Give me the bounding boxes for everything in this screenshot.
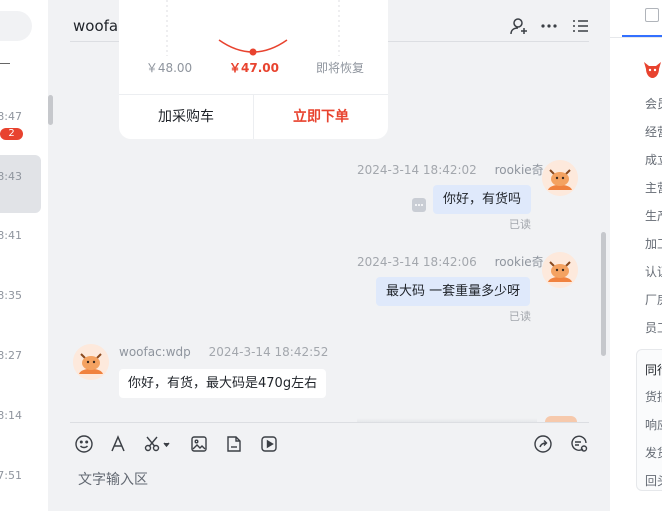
info-label: 会员 xyxy=(645,97,662,111)
search-box[interactable] xyxy=(0,11,32,41)
video-icon[interactable] xyxy=(259,434,279,454)
price-tier-current: ￥47.00 xyxy=(229,61,279,75)
order-now-button[interactable]: 立即下单 xyxy=(254,95,388,139)
message-bubble[interactable]: 最大码 一套重量多少呀 xyxy=(376,277,531,306)
conversation-time: 17:51 xyxy=(0,469,22,482)
message-time: 2024-3-14 18:42:02 xyxy=(357,163,477,177)
conversation-time: 8:43 xyxy=(0,170,22,183)
image-icon[interactable] xyxy=(189,434,209,454)
message-time: 2024-3-14 18:42:06 xyxy=(357,255,477,269)
message-sender: rookie奇 xyxy=(494,255,544,269)
share-icon[interactable] xyxy=(533,434,553,454)
toolbar-divider xyxy=(70,422,589,423)
price-tier-3: 即将恢复 xyxy=(315,61,364,75)
conversation-list: 8:47 2 8:43 8:41 8:35 8:27 18:14 17:51 xyxy=(0,0,48,511)
more-icon[interactable] xyxy=(539,16,559,36)
message-meta: woofac:wdp 2024-3-14 18:42:52 xyxy=(119,345,328,359)
peer-comparison-title: 同行 xyxy=(645,363,662,377)
avatar[interactable] xyxy=(542,160,578,196)
peer-metric-label: 发货 xyxy=(645,446,662,460)
avatar[interactable] xyxy=(542,252,578,288)
menu-icon[interactable] xyxy=(570,16,590,36)
emoji-icon[interactable] xyxy=(74,434,94,454)
list-divider xyxy=(0,63,10,64)
info-label: 生产 xyxy=(645,209,662,223)
peer-metric-label: 货描 xyxy=(645,390,662,404)
conversation-time: 8:47 xyxy=(0,110,22,123)
info-label: 厂房 xyxy=(645,293,662,307)
info-label: 认证 xyxy=(645,265,662,279)
brand-icon xyxy=(643,60,662,79)
add-to-cart-button[interactable]: 加采购车 xyxy=(119,95,253,139)
unread-badge: 2 xyxy=(0,128,23,140)
panel-tab[interactable] xyxy=(645,6,662,22)
info-label: 成立 xyxy=(645,153,662,167)
read-status: 已读 xyxy=(509,310,531,323)
conversation-time: 8:35 xyxy=(0,289,22,302)
screenshot-icon[interactable] xyxy=(143,434,171,454)
font-icon[interactable] xyxy=(108,434,128,454)
message-meta: 2024-3-14 18:42:06 rookie奇 xyxy=(357,253,544,270)
read-status: 已读 xyxy=(509,218,531,231)
message-options-icon[interactable] xyxy=(412,198,426,212)
file-icon[interactable] xyxy=(224,434,244,454)
message-bubble[interactable]: 你好，有货吗 xyxy=(433,185,532,214)
conversation-time: 8:41 xyxy=(0,229,22,242)
avatar[interactable] xyxy=(73,344,109,380)
peer-metric-label: 回头 xyxy=(645,474,662,488)
conversation-time: 18:14 xyxy=(0,409,22,422)
message-meta: 2024-3-14 18:42:02 rookie奇 xyxy=(357,161,544,178)
info-label: 员工 xyxy=(645,321,662,335)
info-label: 加工 xyxy=(645,237,662,251)
info-label: 主营 xyxy=(645,181,662,195)
message-time: 2024-3-14 18:42:52 xyxy=(208,345,329,359)
list-scrollbar[interactable] xyxy=(48,95,53,125)
history-icon[interactable] xyxy=(569,434,589,454)
price-trend-chart xyxy=(166,0,340,56)
selected-conversation[interactable] xyxy=(0,155,41,213)
product-card: ￥48.00 ￥47.00 即将恢复 加采购车 立即下单 xyxy=(119,0,388,139)
info-label: 经营 xyxy=(645,125,662,139)
message-input[interactable]: 文字输入区 xyxy=(78,469,148,489)
add-contact-icon[interactable] xyxy=(509,16,529,36)
conversation-time: 8:27 xyxy=(0,349,22,362)
peer-metric-label: 响应 xyxy=(645,418,662,432)
message-bubble[interactable]: 你好，有货，最大码是470g左右 xyxy=(119,369,327,398)
message-sender: rookie奇 xyxy=(494,163,544,177)
message-sender: woofac:wdp xyxy=(119,345,191,359)
panel-divider xyxy=(610,37,662,38)
price-tier-1: ￥48.00 xyxy=(145,61,193,75)
chat-scrollbar[interactable] xyxy=(601,232,606,356)
